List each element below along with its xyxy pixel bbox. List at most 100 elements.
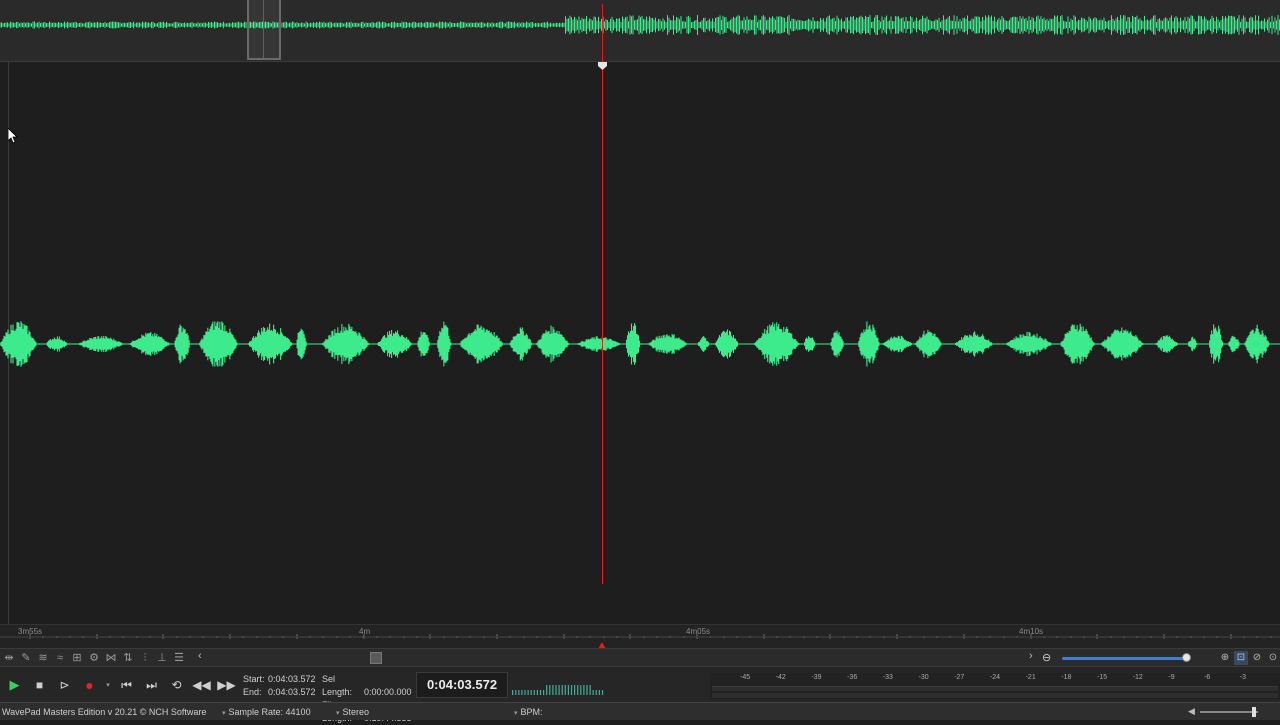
mini-meter-bar xyxy=(577,685,579,695)
horizontal-scroll-thumb[interactable] xyxy=(370,652,382,664)
dropdown-arrow-icon: ▾ xyxy=(106,682,110,689)
mini-meter-bar xyxy=(555,685,557,695)
db-label: -3 xyxy=(1239,674,1247,681)
time-ruler[interactable]: 3m55s 4m 4m05s 4m10s xyxy=(0,624,1280,649)
compress-tool-icon[interactable]: ⋈ xyxy=(104,651,118,665)
volume-slider-thumb[interactable] xyxy=(1252,707,1256,717)
bpm-label: BPM: xyxy=(520,707,543,717)
amplify-tool-icon[interactable]: ⊥ xyxy=(155,651,169,665)
selection-start-end: Start: 0:04:03.572 End: 0:04:03.572 xyxy=(243,673,316,699)
ruler-label: 3m55s xyxy=(18,627,43,636)
stop-button[interactable]: ■ xyxy=(29,675,50,695)
mini-meter-bar xyxy=(536,690,538,695)
playhead-handle[interactable] xyxy=(598,62,607,70)
zoom-fit-icon[interactable]: ⊘ xyxy=(1250,651,1264,665)
mini-meter-bar xyxy=(549,685,551,695)
transport-bar: ▶ ■ ⊳ ● ▾ ⏮ ⏭ ⟲ ◀◀ ▶▶ Start: 0:04:03.572 … xyxy=(0,666,1280,723)
mini-meter-bar xyxy=(558,685,560,695)
effect-tool-icon[interactable]: ⚙ xyxy=(87,651,101,665)
play-cursor-icon: ⊳ xyxy=(59,678,70,692)
play-from-cursor-button[interactable]: ⊳ xyxy=(54,675,75,695)
overview-waveform[interactable] xyxy=(0,0,1280,62)
fast-forward-button[interactable]: ▶▶ xyxy=(216,675,237,695)
normalize-tool-icon[interactable]: ⇅ xyxy=(121,651,135,665)
transport-controls: ▶ ■ ⊳ ● ▾ ⏮ ⏭ ⟲ ◀◀ ▶▶ xyxy=(4,675,237,695)
record-options-button[interactable]: ▾ xyxy=(104,675,112,695)
db-label: -24 xyxy=(989,674,1001,681)
current-time-display: 0:04:03.572 xyxy=(416,672,508,698)
zoom-slider-thumb[interactable] xyxy=(1182,653,1191,662)
mini-meter-bar xyxy=(586,685,588,695)
overview-playhead xyxy=(263,0,264,58)
skip-back-icon: ⏮ xyxy=(121,677,132,692)
dropdown-arrow-icon: ▾ xyxy=(222,710,226,717)
ruler-label: 4m05s xyxy=(686,627,711,636)
loop-button[interactable]: ⟲ xyxy=(166,675,187,695)
db-label: -6 xyxy=(1204,674,1211,681)
mini-meter-bar xyxy=(561,685,563,695)
noise-tool-icon[interactable]: ≈ xyxy=(53,651,67,665)
channels-selector[interactable]: ▾ Stereo xyxy=(336,707,369,717)
start-label: Start: xyxy=(243,674,265,684)
scroll-right-arrow-icon[interactable]: › xyxy=(1029,650,1033,662)
zoom-out-icon[interactable]: ⊖ xyxy=(1042,651,1054,664)
db-label: -30 xyxy=(918,674,929,681)
rewind-button[interactable]: ◀◀ xyxy=(191,675,212,695)
level-meter: -45 -42 -39 -36 -33 -30 -27 -24 -21 -18 -15 -12 -9 -6… xyxy=(710,673,1280,699)
waveform-tool-icon[interactable]: ⇹ xyxy=(2,651,16,665)
mini-meter-bar xyxy=(570,685,573,695)
speaker-icon[interactable]: ◀ xyxy=(1188,706,1195,717)
scroll-left-arrow-icon[interactable]: ‹ xyxy=(198,650,202,662)
sel-length-value[interactable]: 0:00:00.000 xyxy=(364,687,412,697)
playhead-line[interactable] xyxy=(602,4,603,584)
db-label: -36 xyxy=(847,674,858,681)
db-label: -15 xyxy=(1097,674,1108,681)
play-button[interactable]: ▶ xyxy=(4,675,25,695)
start-value[interactable]: 0:04:03.572 xyxy=(268,674,316,684)
mini-meter-bar xyxy=(527,690,529,695)
mini-meter-bar xyxy=(592,690,594,695)
mini-meter-bar xyxy=(595,690,597,695)
mini-meter-bar xyxy=(574,685,576,695)
fast-forward-icon: ▶▶ xyxy=(217,678,236,692)
go-to-start-button[interactable]: ⏮ xyxy=(116,675,137,695)
zoom-slider-track[interactable] xyxy=(1062,657,1188,660)
mini-meter-bar xyxy=(583,685,585,695)
list-tool-icon[interactable]: ☰ xyxy=(172,651,186,665)
zoom-full-icon[interactable]: ⊙ xyxy=(1266,651,1280,665)
mouse-cursor-icon xyxy=(8,128,18,144)
eq-tool-icon[interactable]: ⫶ xyxy=(138,651,152,665)
mini-meter-bar xyxy=(515,690,517,695)
sample-rate-label: Sample Rate: 44100 xyxy=(228,707,311,717)
stop-icon: ■ xyxy=(35,678,44,692)
main-wave-path xyxy=(0,321,1270,367)
mini-meter-bar xyxy=(580,685,582,695)
mini-meter-bar xyxy=(564,685,566,695)
end-value[interactable]: 0:04:03.572 xyxy=(268,687,316,697)
sample-rate-selector[interactable]: ▾ Sample Rate: 44100 xyxy=(222,707,311,717)
rewind-icon: ◀◀ xyxy=(192,678,211,692)
app-name-label: WavePad Masters Edition v 20.21 © NCH So… xyxy=(2,707,207,717)
tools-scroll-row: ⇹ ✎ ≋ ≈ ⊞ ⚙ ⋈ ⇅ ⫶ ⊥ ☰ ‹ › ⊖ ⊕ ⊡ ⊘ ⊙ xyxy=(0,648,1280,666)
record-button[interactable]: ● xyxy=(79,675,100,695)
spectral-tool-icon[interactable]: ≋ xyxy=(36,651,50,665)
mini-meter-bar xyxy=(530,690,532,695)
filter-tool-icon[interactable]: ⊞ xyxy=(70,651,84,665)
waveform-editor[interactable] xyxy=(0,62,1280,624)
overview-viewport-box[interactable] xyxy=(247,0,281,60)
go-to-end-button[interactable]: ⏭ xyxy=(141,675,162,695)
zoom-selection-icon[interactable]: ⊡ xyxy=(1234,651,1248,665)
mini-meter-bar xyxy=(546,685,548,695)
volume-slider-track[interactable] xyxy=(1200,711,1258,713)
mini-meter-bar xyxy=(518,690,520,695)
dropdown-arrow-icon: ▾ xyxy=(336,710,340,717)
bpm-selector[interactable]: ▾ BPM: xyxy=(514,707,543,717)
skip-forward-icon: ⏭ xyxy=(146,677,157,692)
db-label: -27 xyxy=(954,674,965,681)
db-label: -42 xyxy=(775,674,786,681)
zoom-in-icon[interactable]: ⊕ xyxy=(1218,651,1232,665)
db-label: -18 xyxy=(1061,674,1072,681)
dropdown-arrow-icon: ▾ xyxy=(514,710,518,717)
pencil-tool-icon[interactable]: ✎ xyxy=(19,651,33,665)
mini-meter-bar xyxy=(567,685,569,695)
